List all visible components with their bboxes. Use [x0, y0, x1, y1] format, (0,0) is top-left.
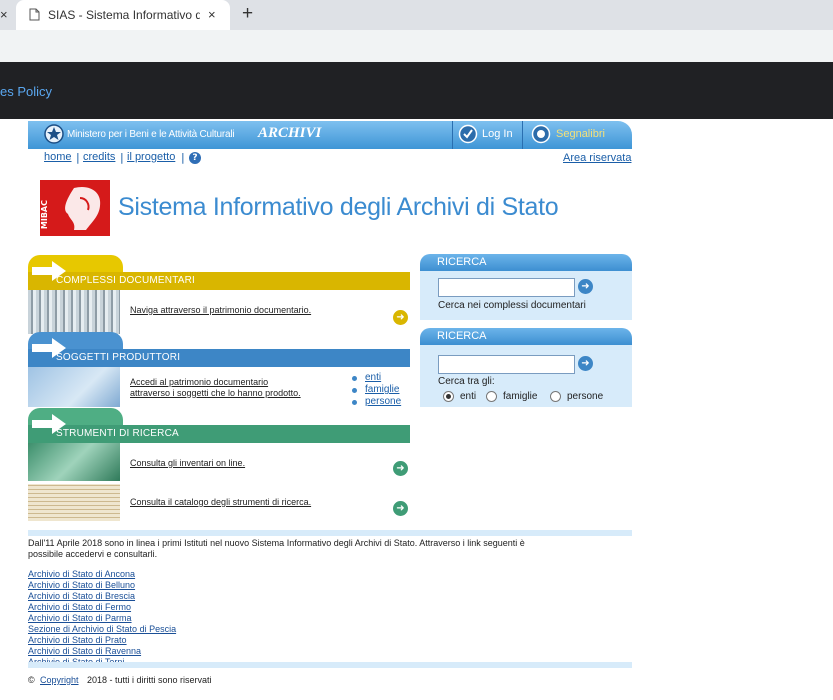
search-soggetti-input[interactable] [438, 355, 575, 374]
go-arrow-icon[interactable]: ➜ [393, 501, 408, 516]
section-header-soggetti: SOGGETTI PRODUTTORI [28, 349, 410, 367]
search-header: RICERCA [420, 328, 632, 345]
section-title: STRUMENTI DI RICERCA [56, 428, 179, 439]
site-title: Sistema Informativo degli Archivi di Sta… [118, 193, 559, 221]
section-header-strumenti: STRUMENTI DI RICERCA [28, 425, 410, 443]
tab-close-icon[interactable]: × [208, 7, 216, 22]
cookie-banner [0, 62, 833, 119]
policy-link[interactable]: es Policy [0, 84, 52, 99]
radio-famiglie[interactable] [486, 391, 497, 402]
section-title: COMPLESSI DOCUMENTARI [56, 275, 196, 286]
arrow-icon [32, 414, 66, 434]
nav-progetto[interactable]: il progetto [127, 151, 175, 163]
search-caption: Cerca tra gli: [438, 376, 495, 387]
nav-credits[interactable]: credits [83, 151, 115, 163]
archive-link[interactable]: Archivio di Stato di Ravenna [28, 646, 328, 657]
nav-home[interactable]: home [44, 151, 72, 163]
tab-title: SIAS - Sistema Informativo degli [48, 8, 200, 22]
arrow-icon [32, 338, 66, 358]
search-go-icon[interactable]: ➜ [578, 279, 593, 294]
new-tab-icon[interactable]: + [242, 3, 253, 25]
header-divider [522, 121, 523, 149]
radio-selected-dot [446, 394, 451, 399]
soggetti-link-line1[interactable]: Accedi al patrimonio documentario [130, 377, 268, 387]
archive-link[interactable]: Archivio di Stato di Ancona [28, 569, 328, 580]
divider-bar [28, 530, 632, 536]
search-header: RICERCA [420, 254, 632, 271]
bullet-icon [352, 376, 357, 381]
mibac-logo: MIBAC [40, 180, 110, 236]
bullet-icon [352, 388, 357, 393]
writing-hand-image [28, 367, 120, 407]
go-arrow-icon[interactable]: ➜ [393, 310, 408, 325]
complessi-link[interactable]: Naviga attraverso il patrimonio document… [130, 305, 311, 315]
radio-enti[interactable] [443, 391, 454, 402]
radio-persone[interactable] [550, 391, 561, 402]
archive-shelves-image [28, 290, 120, 334]
search-complessi-input[interactable] [438, 278, 575, 297]
radio-label-famiglie: famiglie [503, 391, 538, 402]
address-bar [0, 30, 833, 63]
mouse-image [28, 443, 120, 481]
ministry-title: Ministero per i Beni e le Attività Cultu… [67, 129, 235, 140]
search-go-icon[interactable]: ➜ [578, 356, 593, 371]
soggetti-link-line2[interactable]: attraverso i soggetti che lo hanno prodo… [130, 388, 301, 398]
catalogo-link[interactable]: Consulta il catalogo degli strumenti di … [130, 497, 311, 507]
inventari-link[interactable]: Consulta gli inventari on line. [130, 458, 245, 468]
archive-link[interactable]: Archivio di Stato di Prato [28, 635, 328, 646]
copyright-symbol: © [28, 675, 35, 685]
help-icon[interactable]: ? [189, 152, 201, 164]
bookmarks-link[interactable]: Segnalibri [556, 128, 605, 140]
archive-link[interactable]: Archivio di Stato di Fermo [28, 602, 328, 613]
section-header-complessi: COMPLESSI DOCUMENTARI [28, 272, 410, 290]
copyright-text: 2018 - tutti i diritti sono riservati [87, 675, 212, 685]
copyright-link[interactable]: Copyright [40, 675, 79, 686]
login-icon[interactable] [458, 124, 478, 144]
emblem-icon [44, 124, 64, 144]
archive-links-list: Archivio di Stato di Ancona Archivio di S… [28, 569, 328, 668]
section-title: SOGGETTI PRODUTTORI [56, 352, 181, 363]
search-title: RICERCA [437, 330, 487, 342]
soggetti-enti-link[interactable]: enti [365, 372, 381, 383]
logo-mark: MIBAC [40, 200, 49, 230]
bullet-icon [352, 400, 357, 405]
go-arrow-icon[interactable]: ➜ [393, 461, 408, 476]
soggetti-persone-link[interactable]: persone [365, 396, 401, 407]
login-link[interactable]: Log In [482, 128, 513, 140]
manuscript-image [28, 484, 120, 521]
bookmark-icon[interactable] [531, 124, 551, 144]
archive-link[interactable]: Archivio di Stato di Brescia [28, 591, 328, 602]
nav-separator: | [181, 151, 185, 164]
soggetti-famiglie-link[interactable]: famiglie [365, 384, 399, 395]
notice-line2: possibile accedervi e consultarli. [28, 549, 158, 559]
arrow-icon [32, 261, 66, 281]
nav-separator: | [120, 151, 124, 164]
archive-link[interactable]: Archivio di Stato di Parma [28, 613, 328, 624]
header-divider [452, 121, 453, 149]
search-caption: Cerca nei complessi documentari [438, 300, 586, 311]
archive-link[interactable]: Sezione di Archivio di Stato di Pescia [28, 624, 328, 635]
archive-link[interactable]: Archivio di Stato di Belluno [28, 580, 328, 591]
radio-label-enti: enti [460, 391, 477, 402]
archivi-title: ARCHIVI [258, 125, 322, 141]
nav-separator: | [76, 151, 80, 164]
notice-line1: Dall'11 Aprile 2018 sono in linea i prim… [28, 538, 525, 548]
divider-bar [28, 662, 632, 668]
search-title: RICERCA [437, 256, 487, 268]
radio-label-persone: persone [567, 391, 604, 402]
reserved-area-link[interactable]: Area riservata [563, 152, 631, 164]
close-icon[interactable]: × [0, 7, 8, 22]
page-icon [29, 8, 40, 21]
